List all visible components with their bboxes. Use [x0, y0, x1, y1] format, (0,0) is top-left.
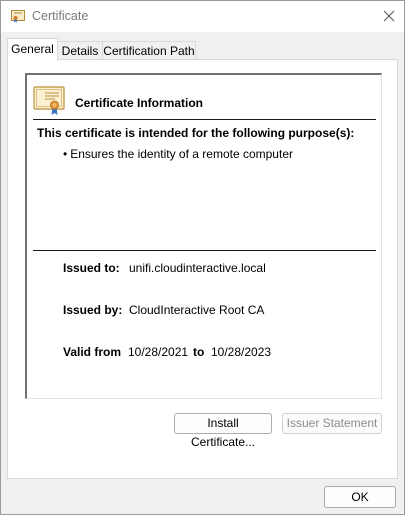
purpose-item: • Ensures the identity of a remote comput… — [63, 147, 293, 161]
general-tab-panel: Certificate Information This certificate… — [7, 59, 398, 479]
certificate-icon — [11, 10, 25, 23]
valid-to-value: 10/28/2023 — [211, 345, 272, 359]
issued-to-value: unifi.cloudinteractive.local — [129, 261, 266, 275]
close-icon — [383, 10, 395, 22]
issued-to-label: Issued to: — [63, 261, 120, 275]
certificate-info-box: Certificate Information This certificate… — [25, 73, 382, 399]
title-bar[interactable]: Certificate — [1, 1, 404, 32]
tab-strip: General Details Certification Path — [1, 32, 404, 61]
divider — [33, 119, 376, 120]
certificate-icon — [33, 84, 65, 116]
certificate-information-title: Certificate Information — [75, 96, 204, 110]
close-button[interactable] — [376, 4, 402, 28]
purpose-item-text: Ensures the identity of a remote compute… — [70, 147, 293, 161]
issued-by-label: Issued by: — [63, 303, 123, 317]
tab-general[interactable]: General — [7, 38, 58, 61]
window-title: Certificate — [32, 9, 89, 23]
tab-certification-path[interactable]: Certification Path — [102, 41, 196, 60]
purpose-heading: This certificate is intended for the fol… — [37, 126, 355, 140]
ok-button[interactable]: OK — [324, 486, 396, 508]
issuer-statement-button[interactable]: Issuer Statement — [282, 413, 382, 434]
install-certificate-button[interactable]: Install Certificate... — [174, 413, 272, 449]
bullet: • — [63, 147, 68, 161]
certificate-dialog: Certificate General Details Certificatio… — [0, 0, 405, 515]
issued-by-value: CloudInteractive Root CA — [129, 303, 265, 317]
divider — [33, 250, 376, 251]
valid-from-value: 10/28/2021 — [128, 345, 189, 359]
tab-details[interactable]: Details — [57, 41, 103, 60]
valid-to-label: to — [193, 345, 205, 359]
valid-from-label: Valid from — [63, 345, 122, 359]
